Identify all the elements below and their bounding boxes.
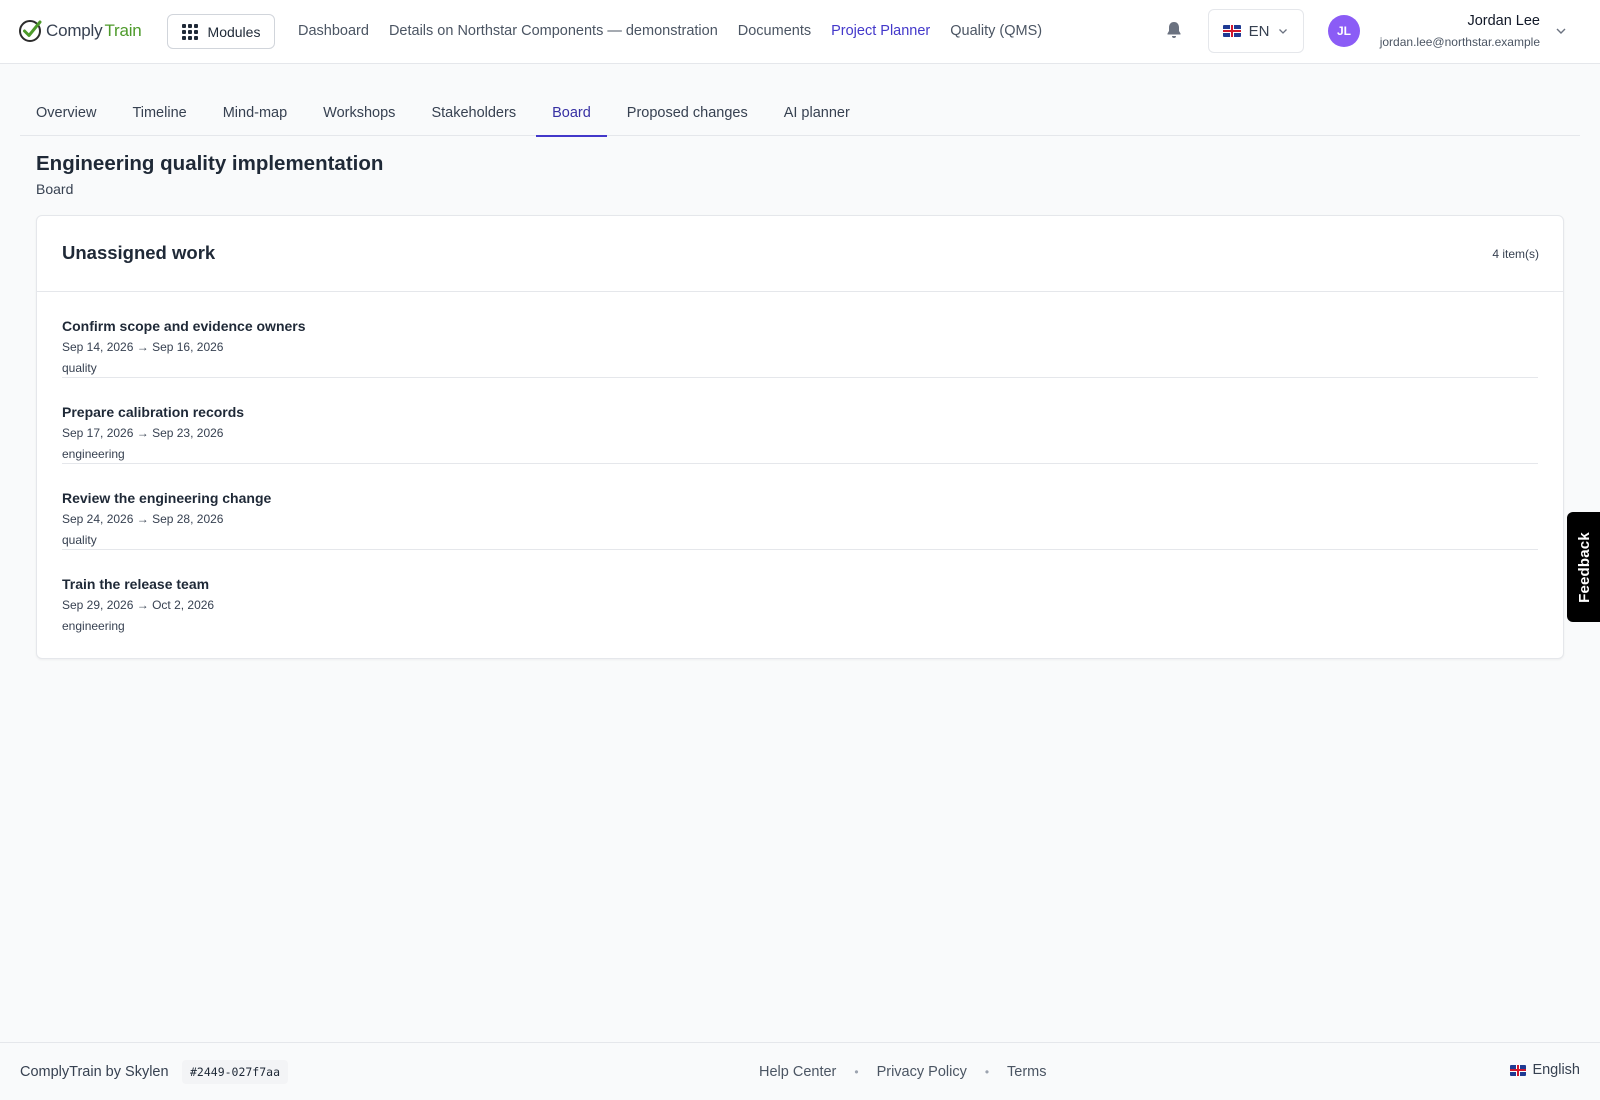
user-avatar[interactable]: JL [1328,15,1360,47]
tab-proposed-changes[interactable]: Proposed changes [611,91,764,136]
chevron-down-icon [1279,29,1288,34]
project-tabs: Overview Timeline Mind-map Workshops Sta… [20,91,1580,137]
tab-timeline[interactable]: Timeline [116,91,202,136]
task-title: Prepare calibration records [62,404,245,420]
user-name: Jordan Lee [1467,13,1540,29]
uk-flag-icon [1510,1064,1527,1076]
privacy-policy-link[interactable]: Privacy Policy [877,1064,967,1080]
page-subtitle: Board [36,181,74,197]
check-circle-icon [19,20,42,42]
task-dates: Sep 29, 2026 → Oct 2, 2026 [62,598,215,612]
tab-mind-map[interactable]: Mind-map [207,91,303,136]
board-column-unassigned: Unassigned work 4 item(s) Confirm scope … [36,215,1564,659]
task-card[interactable]: Confirm scope and evidence owners Sep 14… [62,292,1538,378]
terms-link[interactable]: Terms [1007,1064,1046,1080]
task-tag: quality [62,533,97,547]
nav-quality-qms[interactable]: Quality (QMS) [950,23,1042,39]
tab-ai-planner[interactable]: AI planner [768,91,866,136]
separator-dot: • [854,1065,859,1079]
user-email: jordan.lee@northstar.example [1379,35,1540,49]
logo-text-comply: Comply [46,21,103,40]
main-nav: Dashboard Details on Northstar Component… [298,0,1042,62]
top-header: Comply Train Modules Dashboard Details on… [0,0,1600,64]
task-card[interactable]: Review the engineering change Sep 24, 20… [62,464,1538,550]
language-code: EN [1248,22,1270,40]
nav-dashboard[interactable]: Dashboard [298,23,369,39]
task-dates: Sep 17, 2026 → Sep 23, 2026 [62,426,224,440]
footer: ComplyTrain by Skylen #2449-027f7aa Help… [0,1042,1600,1100]
tab-stakeholders[interactable]: Stakeholders [415,91,532,136]
nav-documents[interactable]: Documents [738,23,811,39]
modules-label: Modules [207,23,261,40]
item-count: 4 item(s) [1492,247,1539,261]
task-tag: quality [62,361,97,375]
task-title: Train the release team [62,576,210,592]
apps-grid-icon [181,23,198,40]
tab-workshops[interactable]: Workshops [307,91,411,136]
modules-button[interactable]: Modules [167,14,275,49]
task-card[interactable]: Train the release team Sep 29, 2026 → Oc… [62,550,1538,636]
footer-brand: ComplyTrain by Skylen [20,1064,169,1080]
task-card[interactable]: Prepare calibration records Sep 17, 2026… [62,378,1538,464]
nav-project-planner[interactable]: Project Planner [831,23,930,39]
build-hash-badge: #2449-027f7aa [182,1060,289,1084]
column-title: Unassigned work [62,242,216,263]
footer-language-label: English [1532,1062,1580,1078]
task-title: Review the engineering change [62,490,272,506]
task-tag: engineering [62,447,125,461]
footer-language-selector[interactable]: English [1510,1062,1580,1078]
nav-company-details[interactable]: Details on Northstar Components — demons… [389,23,718,39]
complytrain-logo[interactable]: Comply Train [18,17,142,45]
user-menu-chevron-icon[interactable] [1554,24,1568,38]
task-tag: engineering [62,619,125,633]
task-title: Confirm scope and evidence owners [62,318,306,334]
tab-overview[interactable]: Overview [20,91,112,136]
notifications-bell-icon[interactable] [1164,18,1184,42]
page-title: Engineering quality implementation [36,152,384,175]
task-dates: Sep 24, 2026 → Sep 28, 2026 [62,512,224,526]
task-dates: Sep 14, 2026 → Sep 16, 2026 [62,340,224,354]
feedback-tab[interactable]: Feedback [1567,512,1600,622]
separator-dot: • [984,1065,990,1079]
logo-text-train: Train [104,21,142,40]
column-header: Unassigned work 4 item(s) [37,216,1563,292]
footer-links: Help Center • Privacy Policy • Terms [759,1064,1047,1080]
tab-board[interactable]: Board [536,91,607,137]
language-selector[interactable]: EN [1208,9,1304,53]
help-center-link[interactable]: Help Center [759,1064,836,1080]
feedback-label: Feedback [1575,531,1593,603]
task-list: Confirm scope and evidence owners Sep 14… [37,292,1563,636]
uk-flag-icon [1222,25,1241,37]
